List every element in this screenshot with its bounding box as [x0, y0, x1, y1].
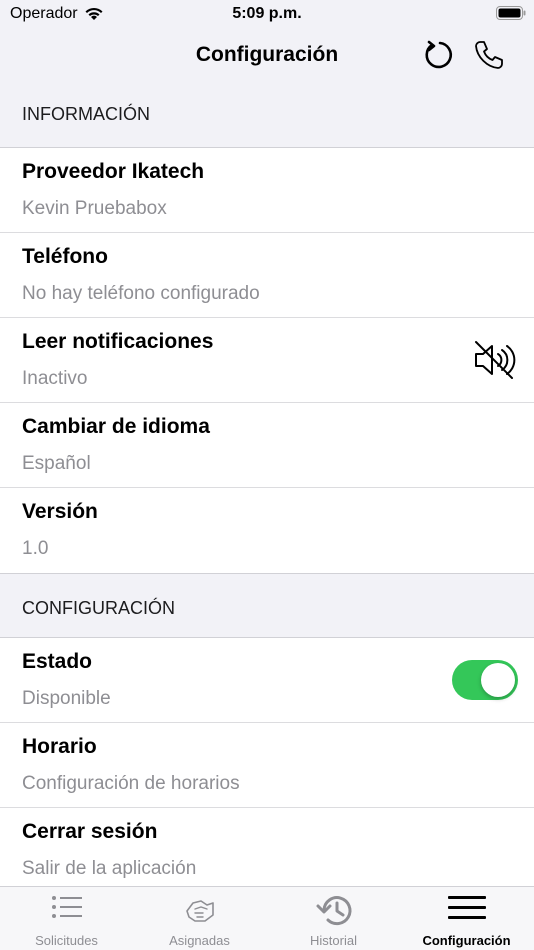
- row-title: Horario: [22, 735, 97, 758]
- row-value: Disponible: [22, 688, 111, 709]
- tab-asignadas[interactable]: Asignadas: [133, 887, 266, 950]
- row-title: Cambiar de idioma: [22, 415, 210, 438]
- section-title: CONFIGURACIÓN: [22, 598, 175, 618]
- row-value: Salir de la aplicación: [22, 858, 197, 879]
- tab-label: Configuración: [422, 933, 511, 948]
- row-value: Kevin Pruebabox: [22, 198, 167, 219]
- phone-icon[interactable]: [472, 38, 506, 72]
- navigation-bar: Configuración: [0, 30, 534, 80]
- row-estado: Estado Disponible: [0, 638, 534, 723]
- clock: 5:09 p.m.: [232, 5, 302, 22]
- row-horario[interactable]: Horario Configuración de horarios: [0, 723, 534, 808]
- section-header-informacion: INFORMACIÓN: [0, 80, 534, 148]
- row-leer-notificaciones[interactable]: Leer notificaciones Inactivo: [0, 318, 534, 403]
- section-header-configuracion: CONFIGURACIÓN: [0, 573, 534, 638]
- info-group: Proveedor Ikatech Kevin Pruebabox Teléfo…: [0, 148, 534, 573]
- row-value: No hay teléfono configurado: [22, 283, 260, 304]
- tab-solicitudes[interactable]: Solicitudes: [0, 887, 133, 950]
- tab-label: Historial: [310, 933, 357, 948]
- estado-toggle[interactable]: [452, 660, 518, 700]
- row-title: Estado: [22, 650, 93, 673]
- toggle-knob: [481, 663, 515, 697]
- tab-label: Asignadas: [169, 933, 230, 948]
- row-telefono[interactable]: Teléfono No hay teléfono configurado: [0, 233, 534, 318]
- row-value: 1.0: [22, 538, 49, 559]
- tab-configuracion[interactable]: Configuración: [400, 887, 533, 950]
- row-title: Leer notificaciones: [22, 330, 214, 353]
- speaker-muted-icon[interactable]: [472, 338, 516, 382]
- status-bar: Operador 5:09 p.m.: [0, 0, 534, 30]
- refresh-icon[interactable]: [422, 38, 456, 72]
- row-cerrar-sesion[interactable]: Cerrar sesión Salir de la aplicación: [0, 808, 534, 893]
- history-icon: [316, 896, 351, 926]
- tab-label: Solicitudes: [35, 933, 98, 948]
- row-title: Cerrar sesión: [22, 820, 158, 843]
- row-value: Inactivo: [22, 368, 88, 389]
- row-title: Versión: [22, 500, 98, 523]
- menu-icon: [447, 896, 486, 919]
- row-value: Español: [22, 453, 91, 474]
- tab-bar: Solicitudes Asignadas Historial Configur…: [0, 886, 534, 950]
- tab-historial[interactable]: Historial: [267, 887, 400, 950]
- row-version: Versión 1.0: [0, 488, 534, 573]
- section-title: INFORMACIÓN: [22, 104, 150, 124]
- list-icon: [51, 896, 82, 918]
- row-title: Teléfono: [22, 245, 108, 268]
- handshake-icon: [185, 900, 214, 922]
- config-group: Estado Disponible Horario Configuración …: [0, 638, 534, 893]
- battery-icon: [496, 6, 526, 20]
- row-proveedor[interactable]: Proveedor Ikatech Kevin Pruebabox: [0, 148, 534, 233]
- row-value: Configuración de horarios: [22, 773, 240, 794]
- row-title: Proveedor Ikatech: [22, 160, 205, 183]
- row-cambiar-idioma[interactable]: Cambiar de idioma Español: [0, 403, 534, 488]
